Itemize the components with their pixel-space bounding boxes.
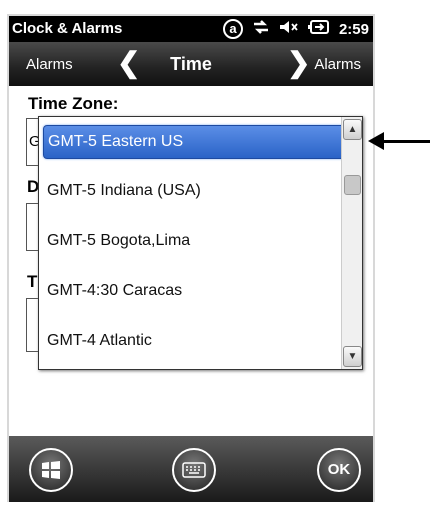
dropdown-option[interactable]: GMT-4 Atlantic [43, 325, 345, 357]
windows-icon [42, 461, 60, 479]
start-button[interactable] [29, 448, 73, 492]
keyboard-button[interactable] [172, 448, 216, 492]
dropdown-option[interactable]: GMT-5 Eastern US [43, 125, 347, 159]
speaker-muted-icon [279, 19, 299, 39]
scroll-down-icon[interactable]: ▼ [343, 346, 362, 367]
softkey-bar: OK [9, 436, 373, 502]
scroll-thumb[interactable] [344, 175, 361, 195]
data-transfer-icon [252, 19, 270, 39]
dropdown-option[interactable]: GMT-5 Bogota,Lima [43, 225, 345, 257]
dropdown-option[interactable]: GMT-4:30 Caracas [43, 275, 345, 307]
header-bar: Alarms ❮ Time ❯ Alarms [9, 42, 373, 86]
nav-next-label[interactable]: Alarms [314, 56, 361, 73]
battery-charging-icon [307, 19, 330, 39]
chevron-right-icon[interactable]: ❯ [287, 49, 310, 77]
dropdown-option[interactable]: GMT-5 Indiana (USA) [43, 175, 345, 207]
clock-time: 2:59 [338, 20, 369, 38]
time-zone-label: Time Zone: [28, 94, 119, 113]
keyboard-mode-icon: a [222, 19, 243, 39]
callout-arrow-line [380, 140, 430, 143]
status-icons: a 2:59 [222, 19, 369, 39]
dropdown-scrollbar[interactable]: ▲ ▼ [341, 117, 362, 369]
scroll-up-icon[interactable]: ▲ [343, 119, 362, 140]
time-label: T [27, 272, 38, 291]
time-zone-dropdown[interactable]: GMT-5 Eastern US GMT-5 Indiana (USA) GMT-5… [38, 116, 363, 370]
status-bar: Clock & Alarms a 2:59 [9, 16, 373, 42]
app-title[interactable]: Clock & Alarms [12, 20, 122, 37]
keyboard-icon [182, 462, 206, 478]
ok-button[interactable]: OK [317, 448, 361, 492]
